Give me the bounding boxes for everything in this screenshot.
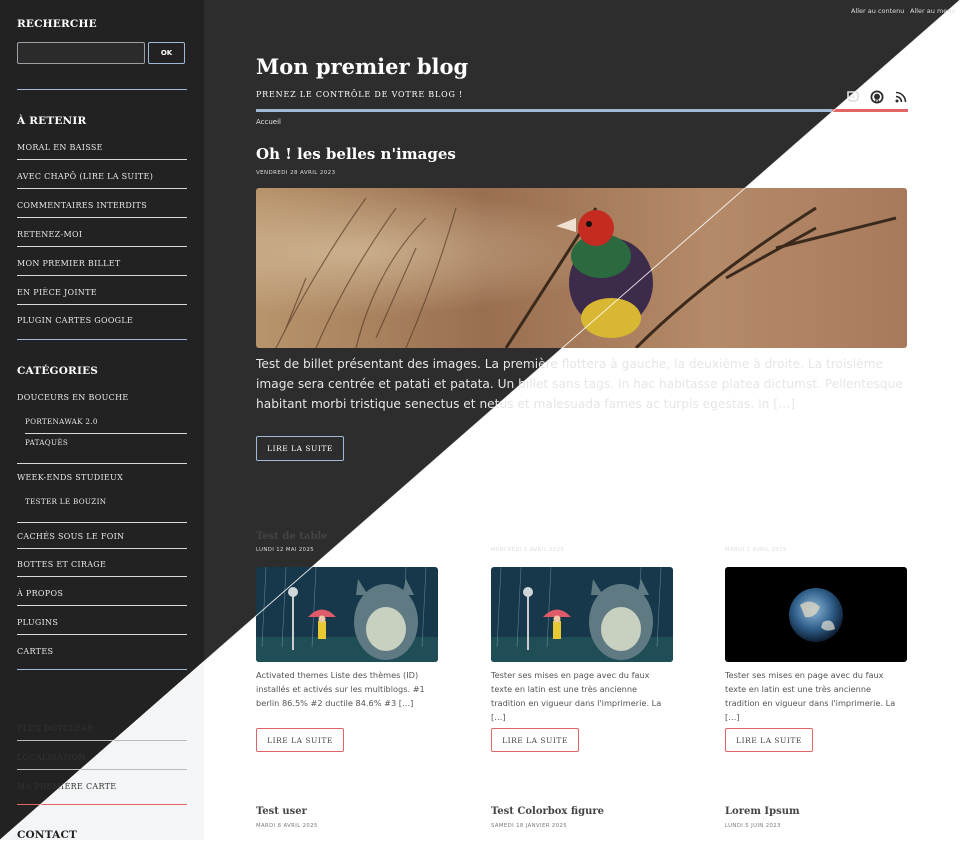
categories-title: CATÉGORIES <box>17 365 99 377</box>
card-title[interactable]: Test user <box>256 806 307 817</box>
card-title[interactable]: Des ronds dans l'eau <box>491 531 607 542</box>
sidebar-item-retenir[interactable]: RETENEZ-MOI <box>17 230 187 247</box>
card-date: MERCREDI 5 AVRIL 2025 <box>491 547 565 553</box>
card-date: LUNDI 5 JUIN 2023 <box>725 823 781 829</box>
mastodon-icon[interactable] <box>845 89 859 103</box>
github-icon[interactable] <box>870 89 884 104</box>
card-image-earth[interactable] <box>725 567 907 662</box>
search-input[interactable] <box>17 42 145 64</box>
sidebar-item-subcategory[interactable]: PATAQUÈS <box>25 438 187 454</box>
skip-to-content-link[interactable]: Aller au contenu <box>851 7 904 15</box>
sidebar-item-retenir[interactable]: COMMENTAIRES INTERDITS <box>17 201 187 218</box>
card-date: MARDI 1 AVRIL 2025 <box>725 547 787 553</box>
sidebar-item-category[interactable]: WEEK-ENDS STUDIEUX <box>17 473 187 489</box>
card-title[interactable]: Lorem Ipsum HTML <box>725 531 838 542</box>
sidebar-item-subcategory[interactable]: PORTENAWAK 2.0 <box>25 417 187 434</box>
card-excerpt: Tester ses mises en page avec du faux te… <box>725 670 896 722</box>
sidebar-divider <box>17 463 187 464</box>
featured-post-title[interactable]: Oh ! les belles n'images <box>256 145 456 163</box>
read-more-button[interactable]: LIRE LA SUITE <box>256 728 344 752</box>
sidebar-divider <box>17 522 187 523</box>
card-excerpt: Activated themes Liste des thèmes (ID) i… <box>256 670 425 708</box>
sidebar-separator <box>17 89 187 90</box>
card-title[interactable]: Test de table <box>256 531 327 542</box>
search-title: RECHERCHE <box>17 18 97 30</box>
card-title[interactable]: Lorem Ipsum <box>725 806 800 817</box>
sidebar-item-subcategory[interactable]: TESTER LE BOUZIN <box>25 497 187 513</box>
breadcrumb[interactable]: Accueil <box>256 118 281 126</box>
card-image-totoro[interactable] <box>256 567 438 662</box>
read-more-button[interactable]: LIRE LA SUITE <box>491 728 579 752</box>
blog-description: PRENEZ LE CONTRÔLE DE VOTRE BLOG ! <box>256 90 464 99</box>
sidebar-item-retenir[interactable]: AVEC CHAPÔ (LIRE LA SUITE) <box>17 172 187 189</box>
contact-title: CONTACT <box>17 829 78 841</box>
read-more-button[interactable]: LIRE LA SUITE <box>256 436 344 461</box>
featured-post-image[interactable] <box>256 188 907 348</box>
sidebar-item-page[interactable]: FLUX DOTCLEAR <box>17 724 187 741</box>
retenir-title: À RETENIR <box>17 115 87 127</box>
sidebar-separator <box>17 339 187 340</box>
sidebar-item-category[interactable]: À PROPOS <box>17 589 187 606</box>
blog-title[interactable]: Mon premier blog <box>256 54 468 79</box>
sidebar-separator <box>17 669 187 670</box>
sidebar-item-category[interactable]: PLUGINS <box>17 618 187 635</box>
pages-title: PAGES <box>17 696 58 708</box>
sidebar-item-page[interactable]: LOCALISATION <box>17 753 187 770</box>
rss-icon[interactable] <box>894 89 908 103</box>
featured-post-excerpt: Test de billet présentant des images. La… <box>256 357 903 411</box>
sidebar-item-page[interactable]: MA PREMIÈRE CARTE <box>17 782 187 798</box>
read-more-button[interactable]: LIRE LA SUITE <box>725 728 813 752</box>
card-title[interactable]: Test Colorbox figure <box>491 806 604 817</box>
page: RECHERCHE OK À RETENIR MORAL EN BAISSE A… <box>0 0 960 841</box>
sidebar-item-category[interactable]: CARTES <box>17 647 187 663</box>
card-excerpt: Tester ses mises en page avec du faux te… <box>491 670 662 722</box>
header-line-red <box>832 109 908 112</box>
header-line-blue <box>256 109 832 112</box>
card-image-totoro[interactable] <box>491 567 673 662</box>
card-date: LUNDI 12 MAI 2025 <box>256 547 314 553</box>
sidebar-item-retenir[interactable]: MORAL EN BAISSE <box>17 143 187 160</box>
card-date: SAMEDI 18 JANVIER 2025 <box>491 823 567 829</box>
sidebar-item-retenir[interactable]: PLUGIN CARTES GOOGLE <box>17 316 187 332</box>
sidebar-separator <box>17 804 187 805</box>
sidebar-item-retenir[interactable]: EN PIÈCE JOINTE <box>17 288 187 305</box>
sidebar-item-retenir[interactable]: MON PREMIER BILLET <box>17 259 187 276</box>
featured-post-date: VENDREDI 28 AVRIL 2023 <box>256 170 336 176</box>
sidebar-item-category[interactable]: DOUCEURS EN BOUCHE <box>17 393 187 409</box>
sidebar-item-category[interactable]: BOTTES ET CIRAGE <box>17 560 187 577</box>
card-date: MARDI 8 AVRIL 2025 <box>256 823 318 829</box>
search-button[interactable]: OK <box>148 42 185 64</box>
sidebar-item-category[interactable]: CACHÉS SOUS LE FOIN <box>17 532 187 549</box>
skip-to-menu-link[interactable]: Aller au menu <box>910 7 956 15</box>
